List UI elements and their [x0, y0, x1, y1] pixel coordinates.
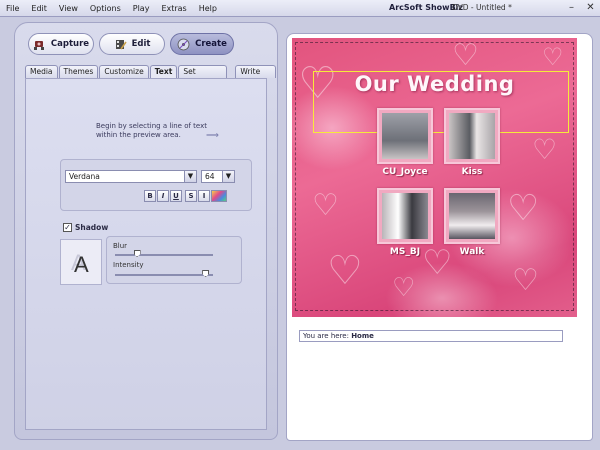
chevron-down-icon[interactable]: ▼: [184, 171, 196, 182]
location-value: Home: [351, 332, 374, 340]
shadow-label: Shadow: [75, 223, 109, 232]
italic-button[interactable]: I: [157, 190, 169, 202]
font-settings-group: Verdana ▼ 64 ▼ B I U S I: [60, 159, 252, 211]
menu-edit[interactable]: Edit: [25, 4, 53, 13]
menu-play[interactable]: Play: [127, 4, 156, 13]
menu-preview-stage[interactable]: ♡ ♡ ♡ ♡ ♡ ♡ ♡ ♡ ♡ ♡ Our Wedding CU_Joyce…: [292, 38, 577, 317]
chapter-thumbnail[interactable]: [444, 188, 500, 244]
menu-title-text[interactable]: Our Wedding: [292, 72, 577, 96]
blur-slider-thumb[interactable]: [133, 250, 141, 257]
create-label: Create: [195, 39, 227, 49]
menu-bar: File Edit View Options Play Extras Help …: [0, 0, 600, 17]
shadow-preview: A A: [60, 239, 102, 285]
menu-help[interactable]: Help: [193, 4, 223, 13]
tab-themes[interactable]: Themes: [58, 65, 99, 78]
edit-button[interactable]: Edit: [99, 33, 165, 55]
font-size-select[interactable]: 64 ▼: [201, 170, 235, 183]
menu-options[interactable]: Options: [84, 4, 127, 13]
menu-extras[interactable]: Extras: [155, 4, 192, 13]
shadow-sliders-group: Blur Intensity: [106, 236, 242, 284]
tab-set-chapters[interactable]: Set Chapters: [178, 65, 228, 88]
preview-panel: ♡ ♡ ♡ ♡ ♡ ♡ ♡ ♡ ♡ ♡ Our Wedding CU_Joyce…: [286, 33, 593, 441]
arrow-right-icon: ⟹: [206, 131, 219, 141]
capture-button[interactable]: Capture: [28, 33, 94, 55]
location-bar: You are here: Home: [299, 330, 563, 342]
chapter-thumbnail[interactable]: [377, 108, 433, 164]
outline-style-button[interactable]: I: [198, 190, 210, 202]
blur-slider[interactable]: [115, 250, 213, 257]
color-picker-button[interactable]: [211, 190, 227, 202]
create-button[interactable]: Create: [170, 33, 234, 55]
tab-text[interactable]: Text: [149, 65, 178, 78]
chapter-label[interactable]: Kiss: [437, 167, 507, 177]
chapter-label[interactable]: MS_BJ: [370, 247, 440, 257]
tab-write-disc[interactable]: Write Disc: [235, 65, 276, 88]
capture-label: Capture: [50, 39, 90, 49]
left-panel: Capture Edit Create Media Themes Customi…: [14, 22, 278, 440]
chapter-label[interactable]: CU_Joyce: [370, 167, 440, 177]
edit-label: Edit: [131, 39, 151, 49]
tab-bar: Media Themes Customize Text Set Chapters…: [25, 65, 277, 88]
bold-button[interactable]: B: [144, 190, 156, 202]
font-family-select[interactable]: Verdana ▼: [65, 170, 197, 183]
close-icon[interactable]: ✕: [585, 2, 596, 13]
window-controls: – ✕: [566, 2, 596, 13]
disc-icon: [177, 38, 190, 51]
font-size-value: 64: [205, 172, 215, 181]
intensity-label: Intensity: [113, 261, 144, 269]
underline-button[interactable]: U: [170, 190, 182, 202]
chapter-thumbnail[interactable]: [377, 188, 433, 244]
chapter-label[interactable]: Walk: [437, 247, 507, 257]
location-prefix: You are here:: [303, 332, 352, 340]
shadow-style-button[interactable]: S: [185, 190, 197, 202]
chapter-thumbnail[interactable]: [444, 108, 500, 164]
font-family-value: Verdana: [69, 172, 100, 181]
blur-label: Blur: [113, 242, 128, 250]
text-tab-panel: Begin by selecting a line of text within…: [25, 78, 267, 430]
tab-customize[interactable]: Customize: [99, 65, 149, 78]
menu-view[interactable]: View: [53, 4, 84, 13]
menu-file[interactable]: File: [0, 4, 25, 13]
intensity-slider[interactable]: [115, 270, 213, 277]
intensity-slider-thumb[interactable]: [202, 270, 210, 277]
tab-media[interactable]: Media: [25, 65, 58, 78]
shadow-checkbox[interactable]: ✓: [63, 223, 72, 232]
film-edit-icon: [114, 38, 127, 51]
camera-icon: [33, 38, 46, 51]
document-title: DVD - Untitled *: [452, 3, 512, 12]
minimize-icon[interactable]: –: [566, 2, 577, 13]
chevron-down-icon[interactable]: ▼: [222, 171, 234, 182]
